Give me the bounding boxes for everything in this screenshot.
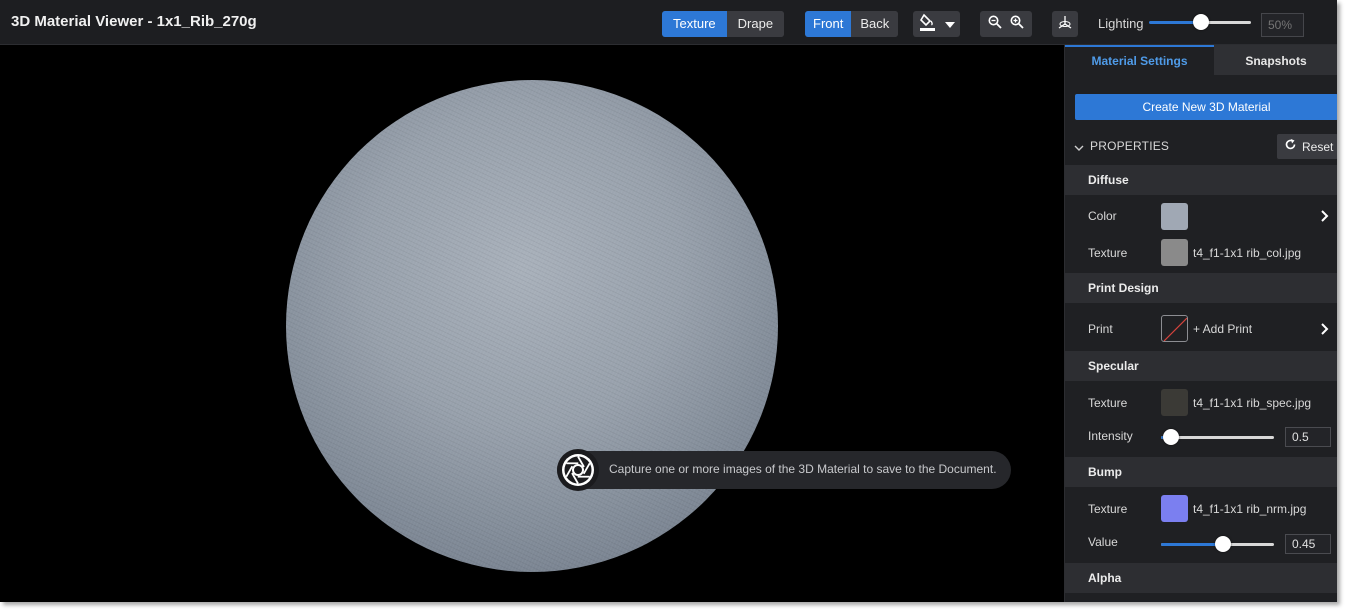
snapshot-tooltip: Capture one or more images of the 3D Mat… <box>557 449 1011 491</box>
add-print-link[interactable]: + Add Print <box>1193 322 1252 336</box>
specular-texture-label: Texture <box>1088 396 1128 410</box>
view-mode-toggle: Texture Drape <box>662 11 785 37</box>
material-settings-panel: Material Settings Snapshots Create New 3… <box>1064 45 1337 602</box>
section-title: Print Design <box>1088 281 1159 295</box>
bump-value-label: Value <box>1088 535 1118 549</box>
top-toolbar: 3D Material Viewer - 1x1_Rib_270g Textur… <box>0 0 1337 45</box>
print-label: Print <box>1088 322 1113 336</box>
specular-texture-name[interactable]: t4_f1-1x1 rib_spec.jpg <box>1193 396 1311 410</box>
reset-button[interactable]: Reset <box>1277 134 1337 159</box>
reset-axis-button[interactable] <box>1052 11 1078 37</box>
3d-viewport[interactable]: Capture one or more images of the 3D Mat… <box>0 45 1064 602</box>
zoom-in-icon[interactable] <box>1010 15 1024 34</box>
bump-texture-swatch[interactable] <box>1161 495 1188 522</box>
section-title: Bump <box>1088 465 1122 479</box>
page-title: 3D Material Viewer - 1x1_Rib_270g <box>11 13 257 30</box>
texture-mode-button[interactable]: Texture <box>662 11 727 37</box>
bump-texture-label: Texture <box>1088 502 1128 516</box>
empty-slash-icon <box>1163 317 1187 341</box>
section-specular[interactable]: Specular <box>1065 351 1337 381</box>
camera-shutter-icon[interactable] <box>557 449 599 491</box>
fill-color-dropdown[interactable] <box>913 11 960 37</box>
no-print-swatch[interactable] <box>1161 315 1188 342</box>
drape-mode-button[interactable]: Drape <box>726 11 785 37</box>
zoom-out-icon[interactable] <box>988 15 1002 34</box>
slider-thumb[interactable] <box>1163 429 1179 445</box>
section-title: Specular <box>1088 359 1139 373</box>
lighting-label: Lighting <box>1098 16 1144 31</box>
diffuse-color-label: Color <box>1088 209 1117 223</box>
reset-label: Reset <box>1302 139 1334 154</box>
specular-intensity-label: Intensity <box>1088 429 1133 443</box>
chevron-down-icon <box>944 15 955 33</box>
lighting-value-input[interactable] <box>1261 13 1304 37</box>
zoom-controls <box>980 11 1032 37</box>
diffuse-texture-swatch[interactable] <box>1161 239 1188 266</box>
diffuse-texture-label: Texture <box>1088 246 1128 260</box>
properties-header[interactable]: PROPERTIES Reset <box>1065 133 1337 159</box>
section-title: Diffuse <box>1088 173 1129 187</box>
lighting-slider-thumb[interactable] <box>1193 14 1209 30</box>
diffuse-color-swatch[interactable] <box>1161 203 1188 230</box>
panel-tabs: Material Settings Snapshots <box>1065 45 1337 75</box>
tab-snapshots[interactable]: Snapshots <box>1214 45 1337 75</box>
tab-material-settings[interactable]: Material Settings <box>1065 45 1214 75</box>
bump-texture-name[interactable]: t4_f1-1x1 rib_nrm.jpg <box>1193 502 1306 516</box>
snapshot-tooltip-text: Capture one or more images of the 3D Mat… <box>609 462 997 476</box>
diffuse-texture-name[interactable]: t4_f1-1x1 rib_col.jpg <box>1193 246 1301 260</box>
paint-bucket-icon <box>919 12 941 37</box>
section-print-design[interactable]: Print Design <box>1065 273 1337 303</box>
refresh-icon <box>1284 138 1297 156</box>
slider-thumb[interactable] <box>1215 536 1231 552</box>
section-title: Alpha <box>1088 571 1122 585</box>
specular-intensity-input[interactable]: 0.5 <box>1285 427 1331 447</box>
chevron-right-icon[interactable] <box>1321 209 1329 227</box>
front-button[interactable]: Front <box>805 11 852 37</box>
chevron-right-icon[interactable] <box>1321 322 1329 340</box>
material-viewer-window: 3D Material Viewer - 1x1_Rib_270g Textur… <box>0 0 1337 602</box>
material-preview-sphere[interactable] <box>286 80 778 572</box>
section-alpha[interactable]: Alpha <box>1065 563 1337 593</box>
create-material-button[interactable]: Create New 3D Material <box>1075 94 1337 120</box>
specular-texture-swatch[interactable] <box>1161 389 1188 416</box>
section-bump[interactable]: Bump <box>1065 457 1337 487</box>
bump-value-input[interactable]: 0.45 <box>1285 534 1331 554</box>
back-button[interactable]: Back <box>851 11 899 37</box>
side-toggle: Front Back <box>805 11 899 37</box>
properties-label: PROPERTIES <box>1090 139 1170 153</box>
axis-icon <box>1057 14 1073 35</box>
slider-fill <box>1161 543 1223 546</box>
chevron-down-icon[interactable] <box>1074 140 1084 158</box>
section-diffuse[interactable]: Diffuse <box>1065 165 1337 195</box>
